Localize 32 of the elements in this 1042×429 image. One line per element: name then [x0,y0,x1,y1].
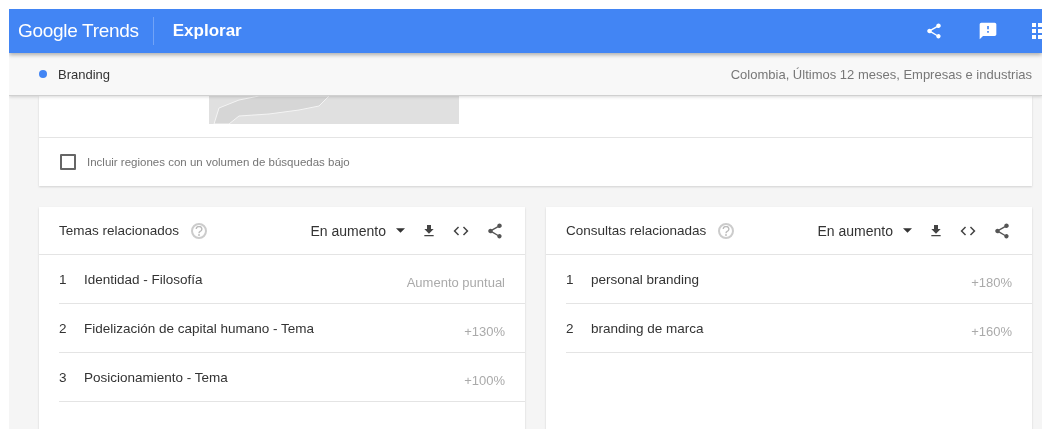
card-title: Temas relacionados [59,223,180,238]
caret-icon [396,228,405,233]
term-dot [39,70,47,78]
related-item-link[interactable]: branding de marca [591,320,972,336]
rank-number: 1 [566,271,575,287]
related-item-link[interactable]: Posicionamiento - Tema [84,369,465,385]
share-icon[interactable] [992,221,1012,240]
related-item-link[interactable]: personal branding [591,271,972,287]
rank-number: 3 [59,369,68,385]
share-icon[interactable] [485,221,505,240]
related-item-link[interactable]: Fidelización de capital humano - Tema [84,320,465,336]
feedback-icon[interactable] [978,21,998,41]
checkbox[interactable] [60,154,76,170]
rank-number: 1 [59,271,68,287]
filter-summary: Colombia, Últimos 12 meses, Empresas e industrias [730,66,1032,82]
share-icon[interactable] [924,22,944,40]
trend-value: Aumento puntual [406,273,505,290]
trend-value: +180% [971,273,1012,290]
trend-value: +160% [971,322,1012,339]
trend-value: +130% [464,322,505,339]
card-title: Consultas relacionadas [566,223,707,238]
checkbox-label: Incluir regiones con un volumen de búsquedas bajo [87,156,350,168]
sort-dropdown[interactable]: En aumento [817,222,912,239]
page-title: Explorar [172,21,242,41]
sort-dropdown[interactable]: En aumento [310,222,405,239]
caret-icon [903,228,912,233]
rank-number: 2 [566,320,575,336]
related-item-link[interactable]: Identidad - Filosofía [84,271,407,287]
logo-text: Google Trends [17,20,140,42]
trend-value: +100% [464,371,505,388]
rank-number: 2 [59,320,68,336]
search-term[interactable]: Branding [58,66,111,82]
